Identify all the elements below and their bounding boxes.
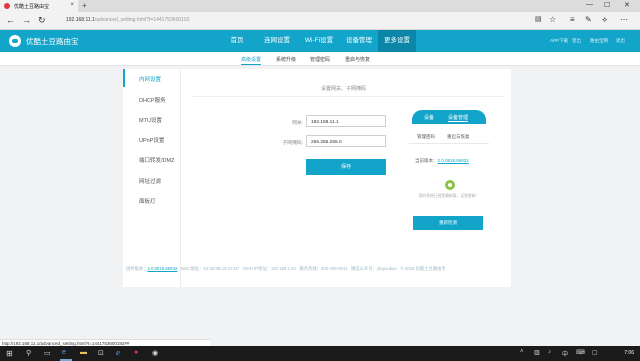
router-brand: 优酷土豆路由宝: [26, 36, 79, 46]
web-note-icon[interactable]: ✎: [585, 15, 592, 24]
popup-version-value[interactable]: 2.0.0818.56932: [438, 158, 469, 163]
hub-icon[interactable]: ≡: [570, 15, 575, 24]
tab-upgrade[interactable]: 系统升级: [276, 56, 296, 63]
site-favicon-icon: [4, 3, 10, 9]
router-logo: 优酷土豆路由宝: [9, 35, 79, 47]
menu-wifi[interactable]: Wi-Fi设置: [298, 30, 340, 52]
sidebar-item-upnp[interactable]: UPnP设置: [139, 136, 164, 144]
footer-version-label: 固件版本：: [126, 266, 148, 271]
popup-divider: [409, 143, 489, 144]
link-app-download[interactable]: APP下载: [550, 38, 568, 44]
link-logout[interactable]: 登出: [572, 38, 581, 44]
top-navigation: 优酷土豆路由宝 首页 连网设置 Wi-Fi设置 设备管理 更多设置 APP下载 …: [0, 30, 640, 52]
footer-mac: MAC地址：54:36:9B:18:13:D7: [180, 266, 240, 271]
forward-arrow-icon[interactable]: →: [22, 15, 31, 25]
gateway-label: 网关:: [292, 121, 303, 126]
app-icon[interactable]: ◉: [152, 349, 158, 357]
footer-copyright: © 2015 优酷土豆路由宝: [400, 266, 446, 271]
router-logo-icon: [9, 35, 21, 47]
address-bar: ← → ↻ 192.168.11.1/advanced_setting.html…: [0, 12, 640, 30]
tab-password[interactable]: 管理密码: [310, 56, 330, 63]
close-window-button[interactable]: ✕: [624, 1, 630, 9]
app-red-icon[interactable]: ●: [134, 349, 138, 356]
popup-subtab-restart[interactable]: 重启与恢复: [447, 134, 470, 140]
url-host: 192.168.11.1: [66, 17, 95, 23]
tab-restart[interactable]: 重启与恢复: [345, 56, 370, 63]
menu-home[interactable]: 首页: [222, 30, 252, 52]
start-button[interactable]: ⊞: [6, 349, 13, 358]
reading-view-icon[interactable]: ▤: [535, 15, 542, 23]
sidebar-item-panel-light[interactable]: 面板灯: [139, 197, 156, 205]
store-icon[interactable]: ⊡: [98, 349, 104, 357]
ime-icon[interactable]: 中: [562, 349, 568, 358]
ie-icon[interactable]: ℯ: [116, 349, 120, 357]
browser-tab[interactable]: 优酷土豆路由宝 ×: [0, 0, 78, 12]
taskbar-clock[interactable]: 7:06: [624, 350, 634, 356]
ime-mode-icon[interactable]: ⌨: [576, 349, 585, 356]
settings-sidebar: 内网设置 DHCP服务 MTU设置 UPnP设置 端口转发/DMZ 网址过滤 面…: [123, 69, 181, 287]
popup-version-label: 当前版本：: [415, 158, 438, 163]
footer-version-value[interactable]: 2.0.0818.56932: [147, 266, 177, 271]
tab-close-icon[interactable]: ×: [70, 2, 74, 8]
content-tip: 设置网关、子网掩码: [321, 86, 367, 92]
tray-up-icon[interactable]: ˄: [520, 349, 524, 355]
task-view-icon[interactable]: ▭: [44, 349, 51, 357]
sidebar-item-mtu[interactable]: MTU设置: [139, 116, 162, 124]
volume-icon[interactable]: ♪: [548, 349, 551, 355]
mask-label: 子网掩码:: [282, 141, 303, 146]
edge-icon[interactable]: e: [62, 349, 66, 356]
page-footer: 固件版本：2.0.0818.56932 MAC地址：54:36:9B:18:13…: [126, 266, 446, 272]
content-divider: [193, 96, 503, 97]
share-icon[interactable]: ⟡: [602, 15, 607, 25]
sidebar-item-url-filter[interactable]: 网址过滤: [139, 177, 161, 185]
tab-title: 优酷土豆路由宝: [14, 3, 50, 10]
sidebar-item-port-forward[interactable]: 端口转发/DMZ: [139, 156, 174, 164]
browser-status-url: http://192.168.11.1/advanced_setting.htm…: [0, 339, 210, 346]
url-field[interactable]: 192.168.11.1/advanced_setting.html?t=144…: [66, 17, 190, 23]
favorite-star-icon[interactable]: ☆: [549, 15, 556, 24]
footer-wan: WAN IP地址：192.168.1.64: [242, 266, 296, 271]
footer-wechat: 微信公众号：yfupoubao: [351, 266, 397, 271]
recheck-button[interactable]: 重新检测: [413, 216, 483, 230]
windows-taskbar: ⊞ ⚲ ▭ e ▬ ⊡ ℯ ● ◉ ˄ ▥ ♪ 中 ⌨ ▢ 7:06: [0, 346, 640, 361]
popup-version: 当前版本：2.0.0818.56932: [415, 158, 469, 164]
update-ok-icon: [445, 180, 455, 190]
browser-tab-strip: 优酷土豆路由宝 × + — ☐ ✕: [0, 0, 640, 12]
network-icon[interactable]: ▥: [534, 349, 540, 356]
menu-devices[interactable]: 设备管理: [340, 30, 378, 52]
link-router-site[interactable]: 路由宝网: [590, 38, 608, 44]
sub-navigation: 高级设置 系统升级 管理密码 重启与恢复: [0, 52, 640, 66]
tab-advanced[interactable]: 高级设置: [241, 56, 262, 65]
popup-tab-device[interactable]: 设备: [424, 114, 434, 121]
popup-tab-device-manage[interactable]: 设备管理: [448, 114, 469, 122]
settings-popup: 设备 设备管理 管理密码 重启与恢复 当前版本：2.0.0818.56932 您…: [407, 110, 491, 235]
save-button[interactable]: 保存: [306, 159, 386, 175]
footer-phone: 服务热线：400-405-8011: [299, 266, 348, 271]
popup-note: 您的系统已经是最新版，无需更新！: [418, 194, 480, 198]
menu-more-settings[interactable]: 更多设置: [378, 30, 416, 52]
refresh-icon[interactable]: ↻: [38, 15, 46, 26]
search-icon[interactable]: ⚲: [26, 349, 31, 357]
minimize-button[interactable]: —: [586, 1, 593, 8]
router-admin-page: 优酷土豆路由宝 首页 连网设置 Wi-Fi设置 设备管理 更多设置 APP下载 …: [0, 30, 640, 346]
active-indicator: [123, 69, 125, 87]
back-arrow-icon[interactable]: ←: [6, 15, 15, 25]
link-exit[interactable]: 退出: [616, 38, 625, 44]
mask-input[interactable]: [306, 135, 386, 147]
sidebar-item-lan[interactable]: 内网设置: [139, 75, 161, 83]
notification-icon[interactable]: ▢: [592, 349, 598, 356]
gateway-input[interactable]: [306, 115, 386, 127]
file-explorer-icon[interactable]: ▬: [80, 349, 87, 356]
more-icon[interactable]: ⋯: [620, 15, 628, 24]
url-path: /advanced_setting.html?t=1441753600192: [94, 17, 190, 23]
popup-subtab-password[interactable]: 管理密码: [417, 134, 435, 140]
popup-tabs: 设备 设备管理: [412, 110, 486, 124]
maximize-button[interactable]: ☐: [604, 1, 610, 9]
menu-internet[interactable]: 连网设置: [258, 30, 296, 52]
sidebar-item-dhcp[interactable]: DHCP服务: [139, 96, 166, 104]
new-tab-button[interactable]: +: [82, 1, 87, 10]
